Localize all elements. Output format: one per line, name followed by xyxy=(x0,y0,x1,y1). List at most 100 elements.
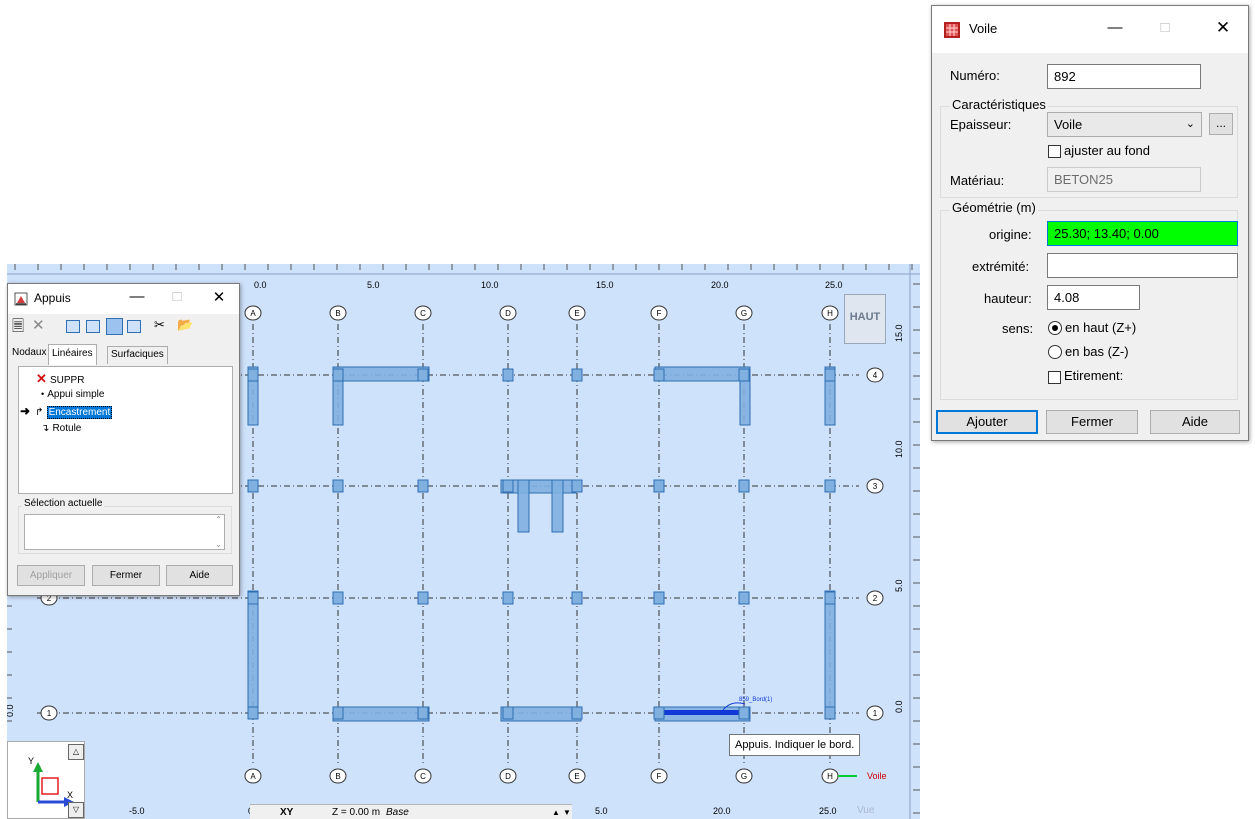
selection-scroll-up[interactable]: ⌃ xyxy=(215,515,222,524)
axis-letter: E xyxy=(574,772,579,781)
ajuster-label: ajuster au fond xyxy=(1064,143,1151,158)
delete-icon[interactable]: ✕ xyxy=(32,316,45,334)
view-up-arrow[interactable]: △ xyxy=(68,744,84,760)
appuis-titlebar[interactable]: Appuis — □ ✕ xyxy=(8,284,239,314)
axis-letter: D xyxy=(505,772,511,781)
chevron-down-icon: ⌄ xyxy=(1185,118,1195,130)
list-item-suppr[interactable]: ✕ SUPPR xyxy=(36,371,84,386)
numero-field[interactable]: 892 xyxy=(1047,64,1201,89)
selection-input[interactable]: ⌃ ⌄ xyxy=(24,514,225,550)
node xyxy=(738,591,750,605)
tab-lineaires[interactable]: Linéaires xyxy=(48,344,97,365)
voile-maximize-icon: □ xyxy=(1160,19,1170,36)
epaisseur-select[interactable]: Voile ⌄ xyxy=(1047,112,1202,137)
node xyxy=(247,368,259,382)
open-folder-icon[interactable]: 📂 xyxy=(177,317,193,333)
list-item-rotule[interactable]: ↴ Rotule xyxy=(41,422,81,436)
sens-label: sens: xyxy=(1002,321,1034,336)
table-view-icon[interactable] xyxy=(127,320,141,333)
bottom-ruler-label: 20.0 xyxy=(713,806,731,816)
level-spin-down[interactable]: ▼ xyxy=(563,805,573,819)
node xyxy=(738,479,750,493)
axis-number: 2 xyxy=(873,594,878,603)
tab-surfaciques[interactable]: Surfaciques xyxy=(107,346,168,364)
hauteur-field[interactable]: 4.08 xyxy=(1047,285,1140,310)
origine-label: origine: xyxy=(989,227,1032,242)
axis-letter: H xyxy=(827,772,833,781)
axis-number: 1 xyxy=(873,709,878,718)
axis-letter: H xyxy=(827,309,833,318)
left-ruler-label: 0.0 xyxy=(7,704,15,717)
close-button[interactable]: Fermer xyxy=(92,565,160,586)
selection-scroll-down[interactable]: ⌄ xyxy=(215,540,222,549)
voile-titlebar[interactable]: Voile — □ ✕ xyxy=(932,6,1248,53)
epaisseur-more-button[interactable]: ... xyxy=(1209,113,1233,135)
axis-indicator: Y X △ ▽ xyxy=(7,741,85,819)
node xyxy=(738,368,750,382)
sens-up-radio[interactable] xyxy=(1048,321,1062,335)
level-name[interactable]: Base xyxy=(386,805,409,819)
bottom-ruler-label: -5.0 xyxy=(129,806,145,816)
help-button[interactable]: Aide xyxy=(166,565,233,586)
node xyxy=(417,591,429,605)
top-ruler-label: 0.0 xyxy=(254,280,267,290)
ajouter-button[interactable]: Ajouter xyxy=(936,410,1038,434)
epaisseur-label: Epaisseur: xyxy=(950,117,1012,132)
fermer-button[interactable]: Fermer xyxy=(1046,410,1138,434)
node xyxy=(332,479,344,493)
wall xyxy=(824,590,836,709)
origine-field[interactable]: 25.30; 13.40; 0.00 xyxy=(1047,221,1238,246)
z-level[interactable]: Z = 0.00 m xyxy=(332,805,380,819)
materiau-label: Matériau: xyxy=(950,173,1005,188)
appuis-minimize-icon[interactable]: — xyxy=(124,288,150,305)
etirement-checkbox[interactable] xyxy=(1048,371,1061,384)
top-ruler-label: 5.0 xyxy=(367,280,380,290)
level-spin-up[interactable]: ▲ xyxy=(552,805,562,819)
node xyxy=(247,479,259,493)
node xyxy=(571,591,583,605)
vue-label[interactable]: Vue xyxy=(857,805,874,816)
voile-close-icon[interactable]: ✕ xyxy=(1200,18,1246,38)
appuis-close-icon[interactable]: ✕ xyxy=(206,288,232,306)
hauteur-label: hauteur: xyxy=(984,291,1032,306)
grid-view-icon[interactable] xyxy=(106,318,123,335)
tooltip: Appuis. Indiquer le bord. xyxy=(729,734,861,756)
bottom-ruler-label: 5.0 xyxy=(595,806,608,816)
list-item-label-selected: Encastrement xyxy=(46,406,113,419)
list-item-encastrement[interactable]: ➜ ↱ Encastrement xyxy=(20,404,113,420)
sens-down-radio[interactable] xyxy=(1048,345,1062,359)
axis-y-label: Y xyxy=(28,756,35,766)
bottom-ruler-label: 25.0 xyxy=(819,806,837,816)
apply-button[interactable]: Appliquer xyxy=(17,565,85,586)
list-item-appui-simple[interactable]: • Appui simple xyxy=(41,388,104,402)
voile-app-icon xyxy=(944,22,960,38)
voile-minimize-icon[interactable]: — xyxy=(1092,19,1138,36)
simple-support-icon: • xyxy=(41,389,45,399)
axis-letter: C xyxy=(420,772,426,781)
view-plane[interactable]: XY xyxy=(280,805,293,819)
delete-x-icon: ✕ xyxy=(36,371,47,386)
appuis-toolbar: 🗏 ✕ ✂ 📂 xyxy=(8,314,239,338)
node xyxy=(738,706,750,720)
view-status-bar: XY Z = 0.00 m Base ▲ ▼ xyxy=(250,804,572,819)
appuis-support-list[interactable]: ✕ SUPPR • Appui simple ➜ ↱ Encastrement … xyxy=(18,366,233,494)
view-down-arrow[interactable]: ▽ xyxy=(68,802,84,818)
small-icons-icon[interactable] xyxy=(86,320,100,333)
cut-icon[interactable]: ✂ xyxy=(154,317,165,333)
axis-letter: B xyxy=(335,309,340,318)
list-view-icon[interactable] xyxy=(66,320,80,333)
voile-label: Voile xyxy=(867,771,887,781)
view-cube-haut[interactable]: HAUT xyxy=(844,294,886,344)
extremite-field[interactable] xyxy=(1047,253,1238,278)
selection-label: Sélection actuelle xyxy=(22,498,105,509)
new-icon[interactable]: 🗏 xyxy=(12,316,24,341)
node xyxy=(502,368,514,382)
extremite-label: extrémité: xyxy=(972,259,1030,274)
aide-button[interactable]: Aide xyxy=(1150,410,1240,434)
node xyxy=(653,479,665,493)
ajuster-checkbox[interactable] xyxy=(1048,145,1061,158)
tooltip-text: Appuis. Indiquer le bord. xyxy=(735,739,855,751)
wall xyxy=(551,479,564,533)
tab-nodaux[interactable]: Nodaux xyxy=(12,347,46,358)
wall xyxy=(332,366,430,382)
